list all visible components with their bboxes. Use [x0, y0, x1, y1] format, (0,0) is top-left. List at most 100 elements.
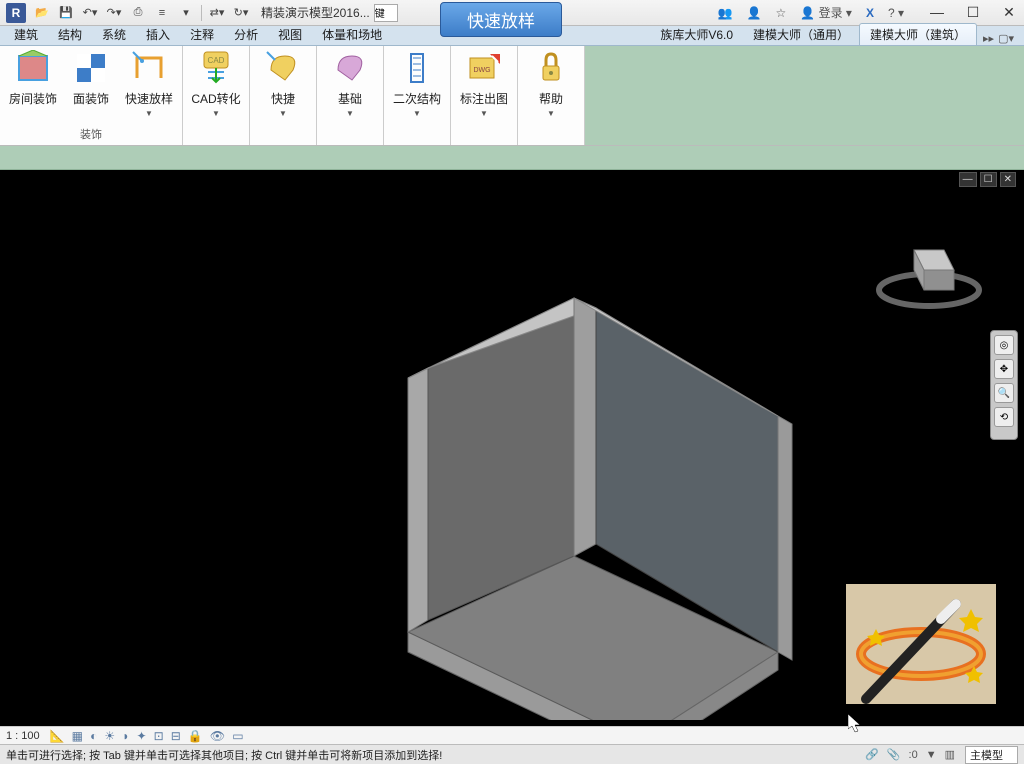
menu-insert[interactable]: 插入 [136, 24, 180, 45]
rendering-icon[interactable]: ✦ [137, 729, 147, 743]
help-ribbon-icon [533, 50, 569, 86]
ribbon-empty [585, 46, 1024, 145]
project-name: 精装演示模型2016... [261, 4, 370, 21]
menu-massing[interactable]: 体量和场地 [312, 24, 392, 45]
sb-icon-1[interactable]: 🔗 [865, 748, 879, 761]
menu-structure[interactable]: 结构 [48, 24, 92, 45]
ribbon-toggle-icon[interactable]: ▢▾ [998, 32, 1014, 45]
detail-level-icon[interactable]: ▦ [72, 729, 83, 743]
lock-icon[interactable]: 🔒 [188, 729, 203, 743]
login-button[interactable]: 👤 登录 ▾ [796, 2, 856, 23]
login-label: 登录 [819, 6, 843, 20]
tab-scroll-icon[interactable]: ▸▸ [983, 32, 994, 45]
pan-icon[interactable]: ✥ [994, 359, 1014, 379]
vp-maximize-icon[interactable]: ☐ [980, 172, 997, 187]
minimize-button[interactable]: — [928, 4, 946, 21]
sb-icon-2[interactable]: 📎 [887, 748, 901, 761]
steering-wheel-icon[interactable]: ◎ [994, 335, 1014, 355]
menu-systems[interactable]: 系统 [92, 24, 136, 45]
undo-icon[interactable]: ↶▾ [79, 3, 101, 23]
dropdown-icon: ▼ [212, 109, 220, 118]
measure-icon[interactable]: ≡ [151, 3, 173, 23]
menu-model-master-arch[interactable]: 建模大师（建筑） [859, 23, 977, 45]
star-icon[interactable]: ☆ [772, 4, 791, 22]
shortcut-icon [265, 50, 301, 86]
help-icon[interactable]: ? ▾ [884, 4, 908, 22]
room-decoration-icon [15, 50, 51, 86]
shadows-icon[interactable]: ◗ [122, 729, 129, 743]
crop-icon[interactable]: ⊡ [154, 729, 164, 743]
user-icon[interactable]: 👥 [714, 4, 737, 22]
close-button[interactable]: ✕ [1000, 4, 1018, 21]
search-hint[interactable]: 键 [374, 4, 398, 22]
quick-loft-tooltip: 快速放样 [440, 2, 562, 37]
shortcut-button[interactable]: 快捷 ▼ [254, 48, 312, 118]
surface-decoration-icon [73, 50, 109, 86]
viewport-window-controls: — ☐ ✕ [959, 172, 1016, 187]
print-icon[interactable]: ⎙ [127, 3, 149, 23]
viewcube[interactable] [874, 220, 984, 310]
ribbon-group-single: CAD CAD转化 ▼ [183, 46, 250, 145]
window-controls: — ☐ ✕ [928, 4, 1018, 21]
cad-convert-button[interactable]: CAD CAD转化 ▼ [187, 48, 245, 118]
scale-value[interactable]: 1 : 100 [6, 730, 40, 742]
open-icon[interactable]: 📂 [31, 3, 53, 23]
person-icon[interactable]: 👤 [743, 4, 766, 22]
worksets-icon[interactable]: ▥ [945, 748, 955, 761]
model-dropdown[interactable]: 主模型 [965, 746, 1018, 764]
menu-analyze[interactable]: 分析 [224, 24, 268, 45]
surface-decoration-label: 面装饰 [73, 90, 109, 107]
title-right: 👥 👤 ☆ 👤 登录 ▾ X ? ▾ — ☐ ✕ [714, 2, 1018, 23]
qat-dropdown-icon[interactable]: ▾ [175, 3, 197, 23]
menu-view[interactable]: 视图 [268, 24, 312, 45]
dropdown-icon: ▼ [279, 109, 287, 118]
view-control-bar: 1 : 100 📐 ▦ ◐ ☀ ◗ ✦ ⊡ ⊟ 🔒 👁 ▭ [0, 726, 1024, 744]
redo-icon[interactable]: ↷▾ [103, 3, 125, 23]
viewport-3d[interactable]: — ☐ ✕ ◎ ✥ 🔍 ⟲ [0, 170, 1024, 726]
model-3d [20, 180, 840, 720]
sync-icon[interactable]: ↻▾ [230, 3, 252, 23]
separator-strip [0, 146, 1024, 170]
magic-wand-badge[interactable] [846, 584, 996, 704]
vp-minimize-icon[interactable]: — [959, 172, 977, 187]
quick-loft-button[interactable]: 快速放样 ▼ [120, 48, 178, 118]
reveal-icon[interactable]: ▭ [232, 729, 243, 743]
surface-decoration-button[interactable]: 面装饰 [62, 48, 120, 118]
foundation-button[interactable]: 基础 ▼ [321, 48, 379, 118]
orbit-icon[interactable]: ⟲ [994, 407, 1014, 427]
ribbon-group-decoration: 房间装饰 面装饰 快速放样 ▼ 装饰 [0, 46, 183, 145]
secondary-structure-button[interactable]: 二次结构 ▼ [388, 48, 446, 118]
switch-icon[interactable]: ⇄▾ [206, 3, 228, 23]
vp-close-icon[interactable]: ✕ [1000, 172, 1016, 187]
dropdown-icon: ▼ [547, 109, 555, 118]
shortcut-label: 快捷 [271, 90, 295, 107]
zoom-icon[interactable]: 🔍 [994, 383, 1014, 403]
annotation-export-button[interactable]: DWG 标注出图 ▼ [455, 48, 513, 118]
sun-path-icon[interactable]: ☀ [104, 729, 115, 743]
menu-architecture[interactable]: 建筑 [4, 24, 48, 45]
secondary-structure-label: 二次结构 [393, 90, 441, 107]
dropdown-icon: ▼ [413, 109, 421, 118]
temp-hide-icon[interactable]: 👁 [210, 729, 225, 743]
spacer [994, 431, 1014, 435]
visual-style-icon[interactable]: ◐ [90, 729, 97, 743]
group-label-decoration: 装饰 [80, 123, 102, 145]
filter-icon[interactable]: ▼ [926, 749, 937, 761]
exchange-icon[interactable]: X [862, 4, 878, 22]
room-decoration-button[interactable]: 房间装饰 [4, 48, 62, 118]
menu-annotate[interactable]: 注释 [180, 24, 224, 45]
crop-region-icon[interactable]: ⊟ [171, 729, 181, 743]
svg-text:CAD: CAD [208, 56, 225, 65]
menu-family-master[interactable]: 族库大师V6.0 [650, 24, 743, 45]
cad-convert-label: CAD转化 [191, 90, 240, 107]
statusbar: 单击可进行选择; 按 Tab 键并单击可选择其他项目; 按 Ctrl 键并单击可… [0, 744, 1024, 764]
maximize-button[interactable]: ☐ [964, 4, 982, 21]
help-button[interactable]: 帮助 ▼ [522, 48, 580, 118]
save-icon[interactable]: 💾 [55, 3, 77, 23]
ribbon-group-single-2: 快捷 ▼ [250, 46, 317, 145]
app-icon[interactable]: R [6, 3, 26, 23]
foundation-icon [332, 50, 368, 86]
menu-model-master-general[interactable]: 建模大师（通用） [743, 24, 859, 45]
scale-icon[interactable]: 📐 [50, 729, 65, 743]
cad-convert-icon: CAD [198, 50, 234, 86]
